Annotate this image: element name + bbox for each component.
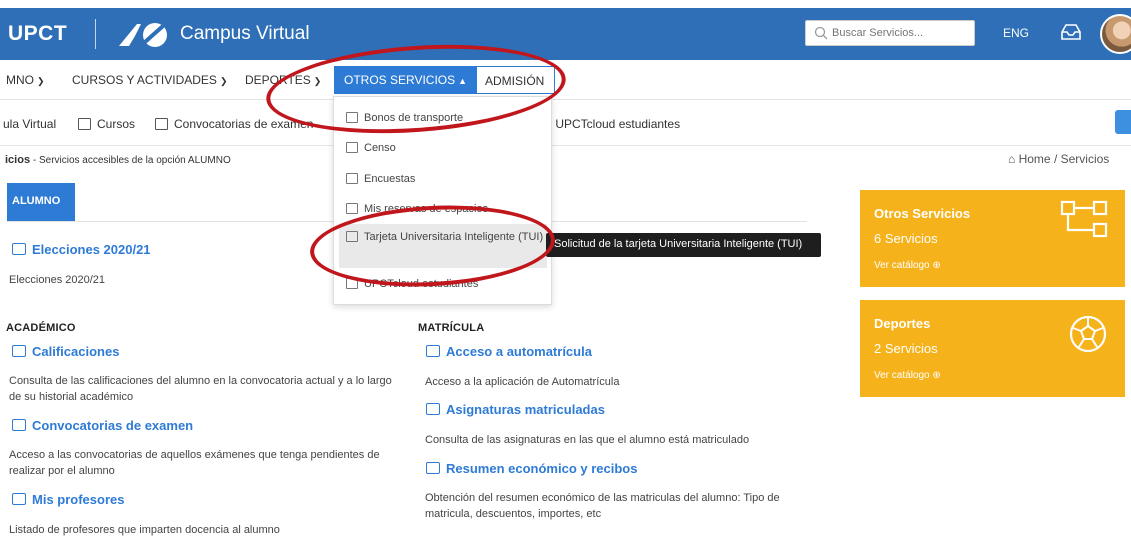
survey-icon: [346, 173, 358, 184]
quick-label: ula Virtual: [3, 117, 57, 131]
logo-separator: [95, 19, 96, 49]
calendar-icon: [12, 419, 26, 431]
teacher-icon: [12, 493, 26, 505]
convocatorias-link[interactable]: Convocatorias de examen: [12, 418, 193, 433]
automatricula-link[interactable]: Acceso a automatrícula: [426, 344, 592, 359]
elecciones-link[interactable]: Elecciones 2020/21: [12, 242, 151, 257]
card-title: Deportes: [874, 316, 931, 331]
menu-item-censo[interactable]: Censo: [346, 142, 396, 154]
quick-upctcloud[interactable]: ) UPCTcloud estudiantes: [548, 117, 680, 131]
card-count: 6 Servicios: [874, 231, 938, 246]
breadcrumb-subtitle: - Servicios accesibles de la opción ALUM…: [30, 155, 231, 166]
resumen-economico-desc: Obtención del resumen económico de las m…: [425, 492, 780, 520]
mis-profesores-desc: Listado de profesores que imparten docen…: [9, 524, 280, 536]
link-label: Resumen económico y recibos: [446, 461, 638, 476]
calendar-icon: [346, 203, 358, 214]
asignaturas-link[interactable]: Asignaturas matriculadas: [426, 402, 605, 417]
menu-item-encuestas[interactable]: Encuestas: [346, 173, 415, 185]
app-title: Campus Virtual: [180, 23, 310, 44]
top-header: UPCT Campus Virtual ENG: [0, 8, 1131, 60]
breadcrumb-path: Home / Servicios: [1018, 152, 1110, 166]
avatar[interactable]: [1100, 14, 1131, 54]
top-strip: [0, 0, 1131, 8]
breadcrumb: icios - Servicios accesibles de la opció…: [5, 154, 231, 166]
breadcrumb-title: icios: [5, 154, 31, 166]
quick-aula-virtual[interactable]: ula Virtual: [3, 117, 56, 131]
card-deportes[interactable]: Deportes 2 Servicios Ver catálogo ⊕: [860, 300, 1125, 397]
card-title: Otros Servicios: [874, 206, 971, 221]
list-icon: [426, 403, 440, 415]
section-academico: ACADÉMICO: [6, 322, 76, 334]
resumen-economico-link[interactable]: Resumen económico y recibos: [426, 461, 637, 476]
elecciones-desc: Elecciones 2020/21: [9, 274, 106, 286]
users-icon: [78, 118, 91, 130]
quick-access-bar: ula Virtual Cursos Convocatorias de exam…: [0, 100, 1131, 146]
search-icon: [814, 26, 828, 40]
home-icon: ⌂: [1008, 152, 1019, 166]
link-label: Elecciones 2020/21: [32, 242, 151, 257]
card-otros-servicios[interactable]: Otros Servicios 6 Servicios Ver catálogo…: [860, 190, 1125, 287]
nav-item-cursos[interactable]: CURSOS Y ACTIVIDADES ❯: [72, 73, 227, 87]
link-label: Calificaciones: [32, 344, 120, 359]
ballot-icon: [12, 243, 26, 255]
link-label: Mis profesores: [32, 492, 125, 507]
soccer-ball-icon: [1069, 315, 1107, 353]
check-icon: [12, 345, 26, 357]
section-matricula: MATRÍCULA: [418, 322, 485, 334]
quick-cursos[interactable]: Cursos: [78, 117, 135, 131]
calificaciones-link[interactable]: Calificaciones: [12, 344, 119, 359]
menu-item-label: Encuestas: [364, 173, 416, 185]
catalog-link[interactable]: Ver catálogo ⊕: [874, 370, 941, 381]
menu-item-label: Censo: [364, 142, 396, 154]
automatricula-desc: Acceso a la aplicación de Automatrícula: [425, 376, 620, 388]
nav-item-alumno[interactable]: MNO ❯: [6, 73, 45, 87]
campus-logo-icon: [119, 23, 167, 47]
nav-item-label: MNO: [6, 73, 34, 87]
quick-label: Cursos: [97, 117, 136, 131]
card-count: 2 Servicios: [874, 341, 938, 356]
calendar-icon: [155, 118, 168, 130]
chevron-down-icon: ❯: [37, 76, 45, 86]
ballot-icon: [346, 142, 358, 153]
link-label: Convocatorias de examen: [32, 418, 194, 433]
external-link-icon: [426, 345, 440, 357]
search-box[interactable]: [805, 20, 975, 46]
search-input[interactable]: [832, 24, 972, 42]
receipt-icon: [426, 462, 440, 474]
tui-tooltip: Solicitud de la tarjeta Universitaria In…: [546, 233, 821, 257]
breadcrumb-home[interactable]: ⌂ Home / Servicios: [1008, 152, 1109, 166]
language-toggle[interactable]: ENG: [1003, 26, 1029, 40]
mis-profesores-link[interactable]: Mis profesores: [12, 492, 124, 507]
quick-label: ) UPCTcloud estudiantes: [548, 117, 681, 131]
settings-gear-button[interactable]: [1115, 110, 1131, 134]
flow-icon: [1060, 200, 1108, 238]
catalog-link[interactable]: Ver catálogo ⊕: [874, 260, 941, 271]
chevron-down-icon: ❯: [219, 76, 228, 86]
convocatorias-desc: Acceso a las convocatorias de aquellos e…: [9, 449, 380, 477]
asignaturas-desc: Consulta de las asignaturas en las que e…: [425, 434, 750, 446]
nav-item-label: CURSOS Y ACTIVIDADES: [72, 73, 217, 87]
link-label: Asignaturas matriculadas: [446, 402, 605, 417]
calificaciones-desc: Consulta de las calificaciones del alumn…: [9, 375, 392, 403]
inbox-icon[interactable]: [1060, 22, 1082, 42]
link-label: Acceso a automatrícula: [446, 344, 592, 359]
tab-alumno[interactable]: ALUMNO: [7, 183, 75, 221]
upct-logo[interactable]: UPCT: [8, 22, 67, 46]
